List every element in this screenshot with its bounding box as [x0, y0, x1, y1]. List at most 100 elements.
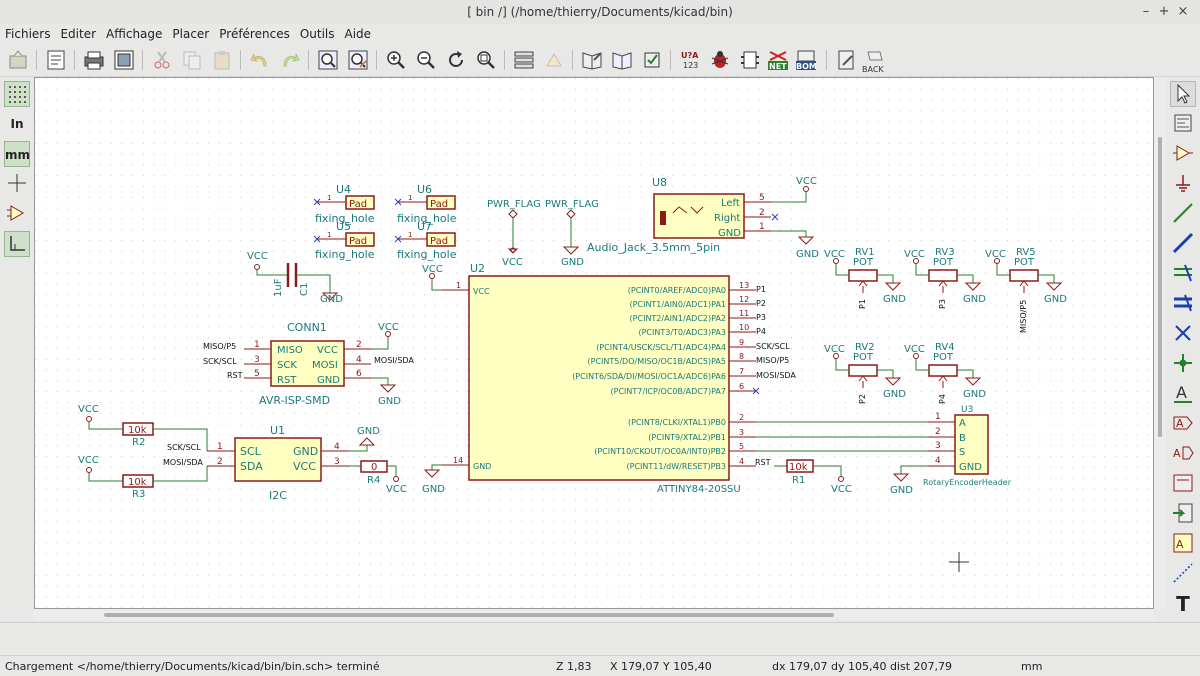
grid-toggle-icon[interactable] [4, 81, 30, 107]
sheet-pin-glyph: A [1176, 538, 1184, 551]
c1-gnd: GND [320, 294, 343, 305]
schematic-canvas[interactable]: U4 fixing_hole Pad 1 U6 fixing_hole Pad … [34, 77, 1154, 609]
place-sheet-icon[interactable] [1170, 471, 1196, 497]
place-wire-icon[interactable] [1170, 201, 1196, 227]
conn1-ref: CONN1 [287, 321, 327, 334]
library-editor-icon[interactable] [580, 48, 604, 72]
place-hier-label-icon[interactable]: A [1170, 441, 1196, 467]
menu-affichage[interactable]: Affichage [101, 24, 167, 44]
bom-icon[interactable]: BOM [794, 48, 818, 72]
undo-icon[interactable] [248, 48, 272, 72]
u2-pin-name: (PCINT4/USCK/SCL/T1/ADC4)PA4 [596, 343, 726, 352]
graphic-line-icon[interactable] [1170, 561, 1196, 587]
back-annotate-icon[interactable]: BACK [862, 48, 886, 74]
schematic-drawing[interactable]: U4 fixing_hole Pad 1 U6 fixing_hole Pad … [35, 78, 1154, 609]
vertical-scrollbar[interactable] [1154, 77, 1166, 609]
status-bar: Chargement </home/thierry/Documents/kica… [0, 655, 1200, 676]
place-power-icon[interactable] [1170, 171, 1196, 197]
zoom-fit-icon[interactable] [474, 48, 498, 72]
rv4-vcc: VCC [904, 344, 925, 355]
bus-to-bus-entry-icon[interactable] [1170, 291, 1196, 317]
u1-pin-gnd: GND [293, 445, 318, 458]
u2-pin-name: (PCINT3/T0/ADC3)PA3 [638, 328, 726, 337]
delta-coordinates: dx 179,07 dy 105,40 dist 207,79 [772, 660, 953, 673]
place-global-label-icon[interactable]: A [1170, 411, 1196, 437]
menu-placer[interactable]: Placer [167, 24, 214, 44]
place-bus-icon[interactable] [1170, 231, 1196, 257]
u3-pin1-num: 1 [935, 412, 941, 422]
hierarchy-navigator-icon[interactable] [512, 48, 536, 72]
u5-pin-num: 1 [327, 231, 331, 239]
edit-script-icon[interactable] [834, 48, 858, 72]
annotate-icon[interactable]: U?A 123 [678, 48, 702, 72]
inch-units-button[interactable]: In [4, 111, 30, 137]
r4-value: 0 [371, 462, 377, 473]
u5-pad: Pad [349, 236, 367, 247]
r4-vcc: VCC [386, 484, 407, 495]
plot-icon[interactable] [112, 48, 136, 72]
mm-units-button[interactable]: mm [4, 141, 30, 167]
u2-vcc-net: VCC [422, 264, 443, 275]
u5-value: fixing_hole [315, 248, 375, 261]
close-button[interactable]: × [1174, 3, 1192, 21]
u1-pin-vcc: VCC [293, 460, 316, 473]
u2-pin-name: (PCINT11/dW/RESET)PB3 [627, 462, 726, 471]
r1-ref: R1 [792, 475, 805, 486]
netlist-icon[interactable] [640, 48, 664, 72]
horizontal-scroll-thumb[interactable] [104, 613, 834, 617]
redraw-icon[interactable] [444, 48, 468, 72]
leave-sheet-icon[interactable] [542, 48, 566, 72]
find-icon[interactable] [316, 48, 340, 72]
conn1-gnd: GND [378, 396, 401, 407]
u8-gnd: GND [796, 249, 819, 260]
wire-to-bus-entry-icon[interactable] [1170, 261, 1196, 287]
u2-pin-name: (PCINT5/DO/MISO/OC1B/ADC5)PA5 [588, 357, 727, 366]
import-sheet-pin-icon[interactable] [1170, 501, 1196, 527]
u1-pin3-num: 3 [334, 457, 340, 467]
menu-outils[interactable]: Outils [295, 24, 340, 44]
rv5-gnd: GND [1044, 294, 1067, 305]
u5-ref: U5 [336, 220, 351, 233]
cursor-shape-icon[interactable] [4, 171, 30, 197]
vertical-scroll-thumb[interactable] [1158, 137, 1162, 437]
wire-angle-icon[interactable] [4, 231, 30, 257]
highlight-net-icon[interactable] [1170, 111, 1196, 137]
u2-gnd-net: GND [422, 484, 445, 495]
menu-editer[interactable]: Editer [55, 24, 101, 44]
net-label: NET [769, 62, 787, 71]
status-message: Chargement </home/thierry/Documents/kica… [5, 660, 380, 673]
add-sheet-pin-icon[interactable]: A [1170, 531, 1196, 557]
cut-icon[interactable] [150, 48, 174, 72]
maximize-button[interactable]: + [1155, 3, 1173, 21]
copy-icon[interactable] [180, 48, 204, 72]
horizontal-scrollbar[interactable] [34, 610, 1154, 620]
redo-icon[interactable] [278, 48, 302, 72]
new-schematic-icon[interactable] [6, 48, 30, 72]
place-net-label-icon[interactable]: A [1170, 381, 1196, 407]
minimize-button[interactable]: – [1137, 3, 1155, 21]
generate-netlist-icon[interactable]: NET [766, 48, 790, 72]
erc-icon[interactable] [708, 48, 732, 72]
select-arrow-icon[interactable] [1170, 81, 1196, 107]
r4-ref: R4 [367, 475, 380, 486]
library-browser-icon[interactable] [610, 48, 634, 72]
zoom-in-icon[interactable] [384, 48, 408, 72]
paste-icon[interactable] [210, 48, 234, 72]
find-replace-icon[interactable] [346, 48, 370, 72]
zoom-out-icon[interactable] [414, 48, 438, 72]
place-text-icon[interactable]: T [1170, 591, 1196, 617]
hidden-pins-icon[interactable] [4, 201, 30, 227]
footprint-assign-icon[interactable] [738, 48, 762, 72]
page-settings-icon[interactable] [44, 48, 68, 72]
menu-aide[interactable]: Aide [340, 24, 377, 44]
menu-fichiers[interactable]: Fichiers [0, 24, 55, 44]
title-bar: [ bin /] (/home/thierry/Documents/kicad/… [0, 0, 1200, 25]
place-junction-icon[interactable] [1170, 351, 1196, 377]
u2-pin-num: 4 [739, 457, 744, 466]
place-component-icon[interactable] [1170, 141, 1196, 167]
menu-preferences[interactable]: Préférences [214, 24, 295, 44]
conn1-net-rst: RST [227, 371, 243, 380]
no-connect-icon[interactable] [1170, 321, 1196, 347]
print-icon[interactable] [82, 48, 106, 72]
r3-ref: R3 [132, 489, 145, 500]
